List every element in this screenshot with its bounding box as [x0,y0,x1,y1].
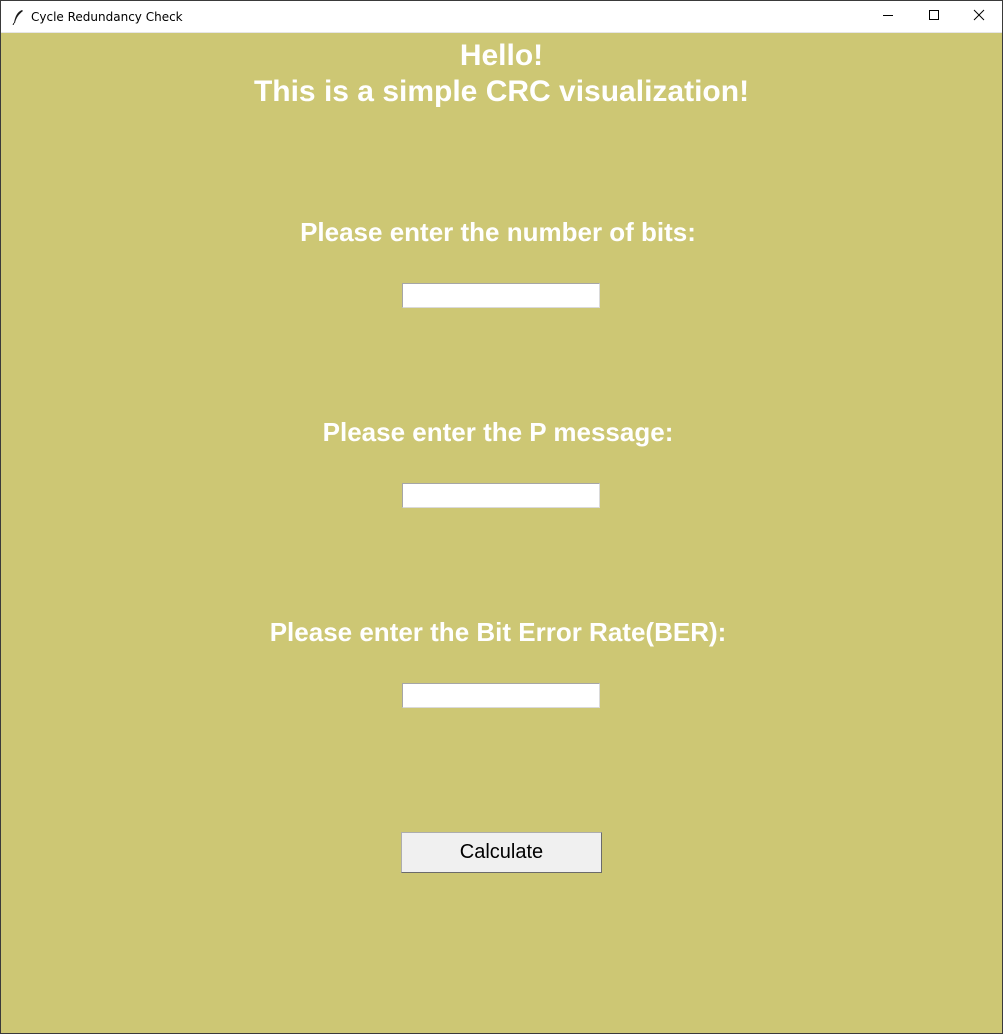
ber-label: Please enter the Bit Error Rate(BER): [269,617,727,647]
minimize-button[interactable] [865,1,911,32]
minimize-icon [882,8,894,26]
bits-input[interactable] [402,283,600,308]
greeting-heading: Hello! [459,39,544,72]
close-button[interactable] [956,1,1002,32]
close-icon [973,8,985,26]
client-area: Hello! This is a simple CRC visualizatio… [1,33,1002,1033]
app-window: Cycle Redundancy Check Hello! This is a … [0,0,1003,1034]
bits-label: Please enter the number of bits: [300,217,696,247]
ber-input[interactable] [402,683,600,708]
window-title: Cycle Redundancy Check [31,10,183,24]
message-input[interactable] [402,483,600,508]
maximize-icon [928,8,940,26]
feather-icon [11,9,25,26]
calculate-button[interactable]: Calculate [401,832,602,873]
title-bar[interactable]: Cycle Redundancy Check [1,1,1002,33]
intro-heading: This is a simple CRC visualization! [253,75,750,108]
maximize-button[interactable] [911,1,957,32]
message-label: Please enter the P message: [322,417,674,447]
